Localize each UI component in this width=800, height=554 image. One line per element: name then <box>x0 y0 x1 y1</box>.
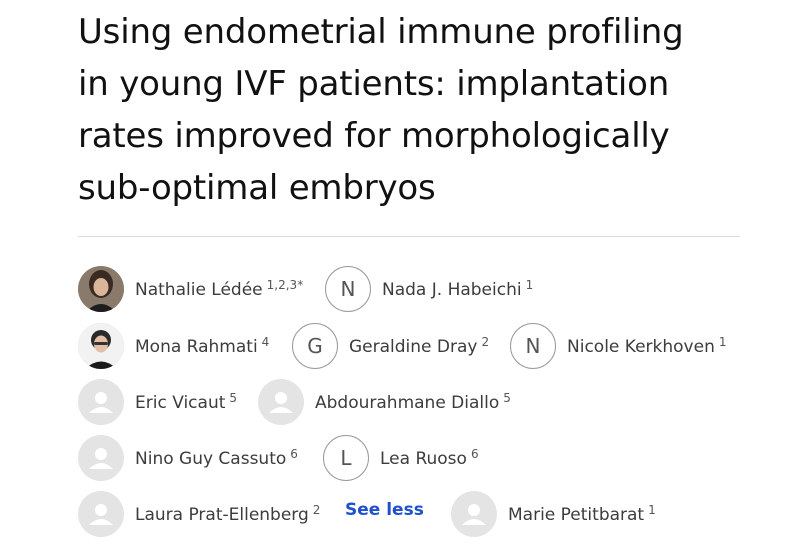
author-name: Mona Rahmati <box>135 337 258 357</box>
divider <box>78 236 740 237</box>
title-line: rates improved for morphologically <box>78 116 670 156</box>
author-name: Nada J. Habeichi <box>382 280 522 300</box>
author-affiliation: 1 <box>525 278 534 292</box>
author-nathalie-ledee[interactable]: Nathalie Lédée 1,2,3* <box>78 265 303 313</box>
author-abdourahmane-diallo[interactable]: Abdourahmane Diallo 5 <box>258 378 511 426</box>
author-initial-avatar: G <box>292 323 338 369</box>
author-eric-vicaut[interactable]: Eric Vicaut 5 <box>78 378 237 426</box>
author-geraldine-dray[interactable]: G Geraldine Dray 2 <box>292 322 489 370</box>
user-placeholder-icon <box>258 379 304 425</box>
author-affiliation: 5 <box>503 391 511 405</box>
title-line: Using endometrial immune profiling <box>78 12 684 52</box>
author-affiliation: 2 <box>481 335 490 349</box>
author-name: Laura Prat-Ellenberg <box>135 505 309 525</box>
author-affiliation: 1,2,3* <box>266 278 304 292</box>
title-line: sub-optimal embryos <box>78 168 436 208</box>
author-affiliation: 1 <box>718 335 727 349</box>
author-name: Nathalie Lédée <box>135 280 263 300</box>
author-photo-avatar <box>78 266 124 312</box>
author-photo-avatar <box>78 323 124 369</box>
title-line: in young IVF patients: implantation <box>78 64 670 104</box>
author-name: Nino Guy Cassuto <box>135 449 287 469</box>
author-lea-ruoso[interactable]: L Lea Ruoso 6 <box>323 434 479 482</box>
author-nino-guy-cassuto[interactable]: Nino Guy Cassuto 6 <box>78 434 298 482</box>
author-affiliation: 4 <box>261 335 270 349</box>
author-laura-prat-ellenberg[interactable]: Laura Prat-Ellenberg 2 <box>78 490 320 538</box>
author-affiliation: 2 <box>312 503 321 517</box>
author-affiliation: 6 <box>470 447 479 461</box>
author-affiliation: 6 <box>290 447 298 461</box>
author-mona-rahmati[interactable]: Mona Rahmati 4 <box>78 322 269 370</box>
user-placeholder-icon <box>78 379 124 425</box>
user-placeholder-icon <box>78 435 124 481</box>
article-title: Using endometrial immune profiling in yo… <box>78 6 778 214</box>
author-name: Marie Petitbarat <box>508 505 645 525</box>
author-initial-avatar: N <box>510 323 556 369</box>
author-affiliation: 5 <box>229 391 238 405</box>
author-name: Geraldine Dray <box>349 337 478 357</box>
see-less-link[interactable]: See less <box>345 500 424 520</box>
author-name: Abdourahmane Diallo <box>315 393 500 413</box>
author-name: Lea Ruoso <box>380 449 467 469</box>
author-initial-avatar: N <box>325 266 371 312</box>
author-affiliation: 1 <box>648 503 656 517</box>
author-marie-petitbarat[interactable]: Marie Petitbarat 1 <box>451 490 656 538</box>
author-nada-habeichi[interactable]: N Nada J. Habeichi 1 <box>325 265 533 313</box>
author-initial-avatar: L <box>323 435 369 481</box>
user-placeholder-icon <box>451 491 497 537</box>
user-placeholder-icon <box>78 491 124 537</box>
author-name: Eric Vicaut <box>135 393 226 413</box>
author-name: Nicole Kerkhoven <box>567 337 715 357</box>
author-nicole-kerkhoven[interactable]: N Nicole Kerkhoven 1 <box>510 322 726 370</box>
